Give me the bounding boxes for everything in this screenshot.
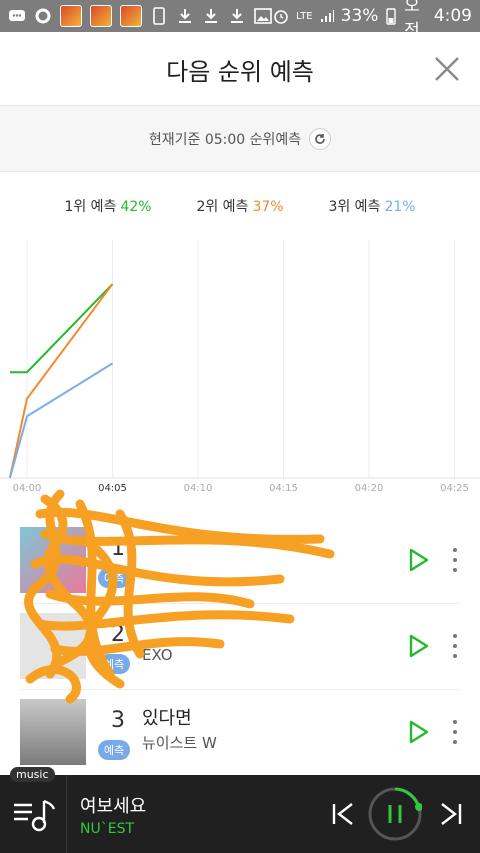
series-line <box>9 283 114 374</box>
series-line <box>8 283 114 479</box>
artist-name: EXO <box>142 646 173 664</box>
basis-text: 현재기준 05:00 순위예측 <box>148 131 302 148</box>
x-tick-label: 04:00 <box>13 483 42 494</box>
legend-item-3: 3위 예측 21% <box>328 196 415 220</box>
legend-item-1: 1위 예측 42% <box>64 196 151 220</box>
predict-badge: 예측 <box>98 568 131 588</box>
artist-name: 뉴이스트 W <box>142 734 217 752</box>
prediction-chart: 04:00 04:05 04:10 04:15 04:20 04:25 <box>0 240 480 494</box>
status-bar: LTE 33% 오전 4:09 <box>0 0 480 41</box>
x-tick-label: 04:05 <box>98 483 127 494</box>
divider <box>66 775 67 853</box>
app-notification-icon <box>90 5 112 27</box>
close-icon[interactable] <box>432 54 462 84</box>
music-tag: music <box>10 767 55 782</box>
album-art <box>20 699 86 765</box>
clock-time: 4:09 <box>433 6 472 26</box>
app-notification-icon <box>60 5 82 27</box>
series-line <box>8 362 114 479</box>
previous-icon[interactable] <box>330 801 356 827</box>
list-item[interactable]: 2 예측 EXO <box>20 604 460 690</box>
image-icon <box>254 7 272 25</box>
network-type: LTE <box>296 10 313 22</box>
header: 다음 순위 예측 <box>0 32 480 106</box>
play-icon[interactable] <box>408 719 430 745</box>
sync-icon <box>34 7 52 25</box>
basis-bar: 현재기준 05:00 순위예측 <box>0 106 480 172</box>
legend-label: 2위 예측 <box>196 199 249 215</box>
playlist-icon[interactable] <box>10 795 58 835</box>
play-icon[interactable] <box>408 547 430 573</box>
app-notification-icon <box>120 5 142 27</box>
rank-number: 3 <box>111 708 125 733</box>
more-icon[interactable] <box>452 634 458 658</box>
download-icon <box>228 7 246 25</box>
tablet-icon <box>150 7 168 25</box>
play-icon[interactable] <box>408 633 430 659</box>
x-tick-label: 04:10 <box>184 483 213 494</box>
battery-icon <box>384 7 398 25</box>
download-icon <box>176 7 194 25</box>
x-tick-label: 04:15 <box>269 483 298 494</box>
predict-badge: 예측 <box>98 654 131 674</box>
predict-badge: 예측 <box>98 740 131 760</box>
x-tick-label: 04:25 <box>440 483 469 494</box>
legend-label: 3위 예측 <box>328 199 381 215</box>
download-icon <box>202 7 220 25</box>
legend-label: 1위 예측 <box>64 199 117 215</box>
signal-icon <box>319 7 335 25</box>
legend-pct: 21% <box>384 199 416 215</box>
alarm-icon <box>272 7 290 25</box>
song-title: 있다면 <box>142 708 192 729</box>
legend-pct: 42% <box>120 199 152 215</box>
rank-number: 1 <box>111 536 125 561</box>
legend-pct: 37% <box>252 199 284 215</box>
now-playing-title[interactable]: 여보세요 <box>80 792 146 818</box>
pause-button[interactable] <box>368 787 422 841</box>
now-playing-artist: NU`EST <box>80 821 135 837</box>
x-tick-label: 04:20 <box>355 483 384 494</box>
prediction-list: 1 예측 2 예측 EXO 3 예측 있다면 뉴이스트 W <box>0 518 480 776</box>
album-art <box>20 527 86 593</box>
legend-item-2: 2위 예측 37% <box>196 196 283 220</box>
chat-icon <box>8 7 26 25</box>
more-icon[interactable] <box>452 548 458 572</box>
more-icon[interactable] <box>452 720 458 744</box>
album-art <box>20 613 86 679</box>
next-icon[interactable] <box>438 801 464 827</box>
list-item[interactable]: 3 예측 있다면 뉴이스트 W <box>20 690 460 776</box>
mini-player: music 여보세요 NU`EST <box>0 767 480 853</box>
list-item[interactable]: 1 예측 <box>20 518 460 604</box>
rank-number: 2 <box>111 622 125 647</box>
legend: 1위 예측 42% 2위 예측 37% 3위 예측 21% <box>0 196 480 220</box>
page-title: 다음 순위 예측 <box>166 58 314 86</box>
refresh-icon[interactable] <box>309 127 332 150</box>
battery-percent: 33% <box>340 6 379 26</box>
